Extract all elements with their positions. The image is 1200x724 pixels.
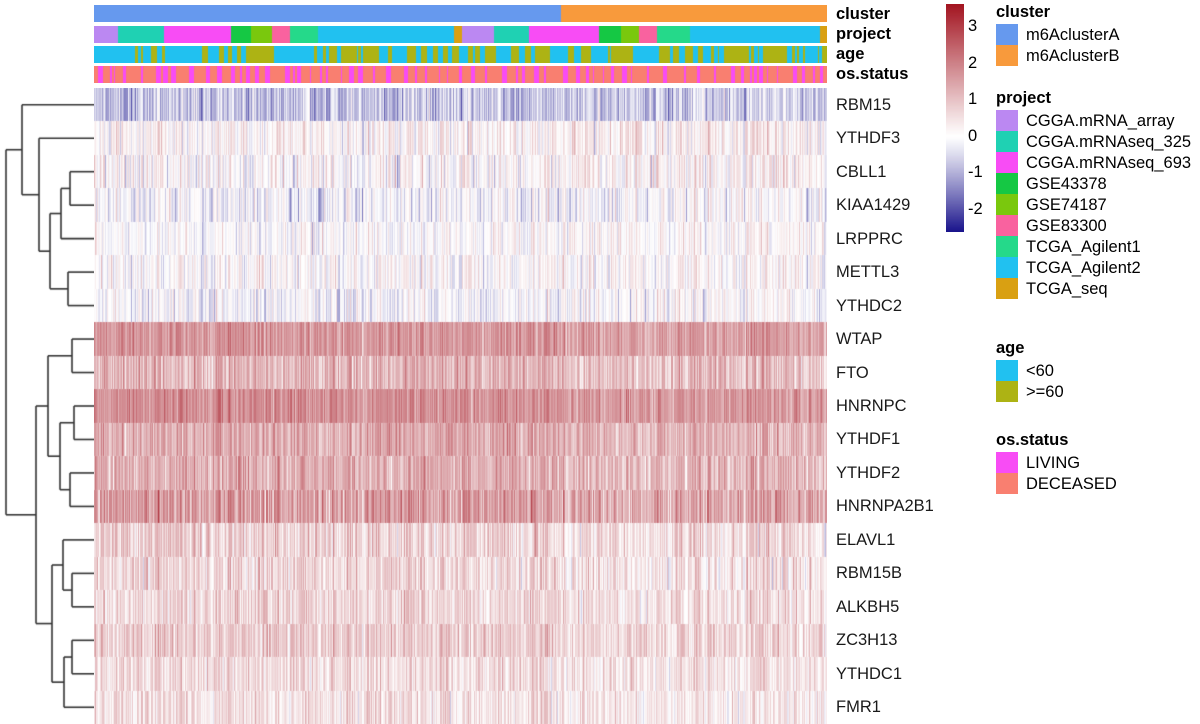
legend-label-cgga-mrnaseq-693: CGGA.mRNAseq_693 [1026,154,1192,172]
legend-label-gse83300: GSE83300 [1026,217,1107,235]
legend-swatch--60[interactable] [996,360,1018,381]
row-label-ythdc1: YTHDC1 [836,665,903,683]
heatmap-canvas [94,88,827,724]
annotation-bar-project-canvas [94,26,827,43]
row-label-lrpprc: LRPPRC [836,230,903,248]
colorbar [946,4,964,232]
heatmap-figure: cluster project age os.status RBM15 YTHDF3 CB… [0,0,1200,724]
row-dendrogram [0,88,94,724]
row-label-ythdf3: YTHDF3 [836,129,901,147]
colorbar-tick-2: 2 [968,53,978,72]
row-label-ythdf2: YTHDF2 [836,464,901,482]
annotation-bar-os-status-canvas [94,66,827,83]
row-label-elavl1: ELAVL1 [836,531,896,549]
row-label-rbm15: RBM15 [836,96,892,114]
annotation-bar-age [94,46,827,63]
row-label-hnrnpc: HNRNPC [836,397,907,415]
legend-swatch-cgga-mrnaseq-693[interactable] [996,152,1018,173]
heatmap-body [94,88,827,724]
legend-swatch-m6aclustera[interactable] [996,24,1018,45]
legend-label-m6aclusterb: m6AclusterB [1026,47,1120,65]
row-label-mettl3: METTL3 [836,263,900,281]
legend-swatch--60[interactable] [996,381,1018,402]
row-label-alkbh5: ALKBH5 [836,598,900,616]
legend-swatch-cgga-mrnaseq-325[interactable] [996,131,1018,152]
colorbar-tick-neg2: -2 [968,200,983,219]
legend-label-tcga-agilent2: TCGA_Agilent2 [1026,259,1141,277]
row-label-fto: FTO [836,364,869,382]
legend-label-tcga-agilent1: TCGA_Agilent1 [1026,238,1141,256]
legend-swatch-tcga-agilent1[interactable] [996,236,1018,257]
legend-swatch-deceased[interactable] [996,473,1018,494]
legend-label-tcga-seq: TCGA_seq [1026,280,1108,298]
legend-swatch-m6aclusterb[interactable] [996,45,1018,66]
row-label-cbll1: CBLL1 [836,163,887,181]
colorbar-tick-1: 1 [968,90,978,109]
legend-title-age: age [996,339,1025,357]
annotation-bar-cluster-canvas [94,5,827,22]
legend-label--60: <60 [1026,362,1054,380]
annotation-bar-cluster [94,5,827,22]
legend-group: cluster m6AclusterA m6AclusterB project CGGA… [996,0,1200,724]
legend-label-living: LIVING [1026,454,1081,472]
colorbar-tick-3: 3 [968,16,978,35]
row-label-kiaa1429: KIAA1429 [836,196,911,214]
annotation-title-project: project [836,25,892,43]
legend-label-gse74187: GSE74187 [1026,196,1107,214]
annotation-title-os-status: os.status [836,65,909,83]
legend-swatch-living[interactable] [996,452,1018,473]
legend-label-m6aclustera: m6AclusterA [1026,26,1120,44]
legend-label-cgga-mrnaseq-325: CGGA.mRNAseq_325 [1026,133,1192,151]
row-label-ythdc2: YTHDC2 [836,297,903,315]
legend-swatch-cgga-mrna-array[interactable] [996,110,1018,131]
legend-title-os-status: os.status [996,431,1069,449]
legend-swatch-gse74187[interactable] [996,194,1018,215]
annotation-bar-os-status [94,66,827,83]
row-label-wtap: WTAP [836,330,883,348]
legend-swatch-gse83300[interactable] [996,215,1018,236]
row-label-rbm15b: RBM15B [836,564,903,582]
legend-label-deceased: DECEASED [1026,475,1117,493]
row-label-hnrnpa2b1: HNRNPA2B1 [836,497,934,515]
legend-swatch-gse43378[interactable] [996,173,1018,194]
legend-swatch-tcga-agilent2[interactable] [996,257,1018,278]
legend-title-project: project [996,89,1052,107]
row-label-ythdf1: YTHDF1 [836,430,901,448]
legend-swatch-tcga-seq[interactable] [996,278,1018,299]
annotation-title-age: age [836,45,865,63]
annotation-title-cluster: cluster [836,5,891,23]
legend-title-cluster: cluster [996,3,1051,21]
legend-label-gse43378: GSE43378 [1026,175,1107,193]
annotation-bar-project [94,26,827,43]
colorbar-tick-neg1: -1 [968,163,983,182]
annotation-bar-age-canvas [94,46,827,63]
row-label-zc3h13: ZC3H13 [836,631,898,649]
legend-label--60: >=60 [1026,383,1064,401]
colorbar-tick-0: 0 [968,126,978,145]
legend-label-cgga-mrna-array: CGGA.mRNA_array [1026,112,1175,130]
row-label-fmr1: FMR1 [836,698,881,716]
